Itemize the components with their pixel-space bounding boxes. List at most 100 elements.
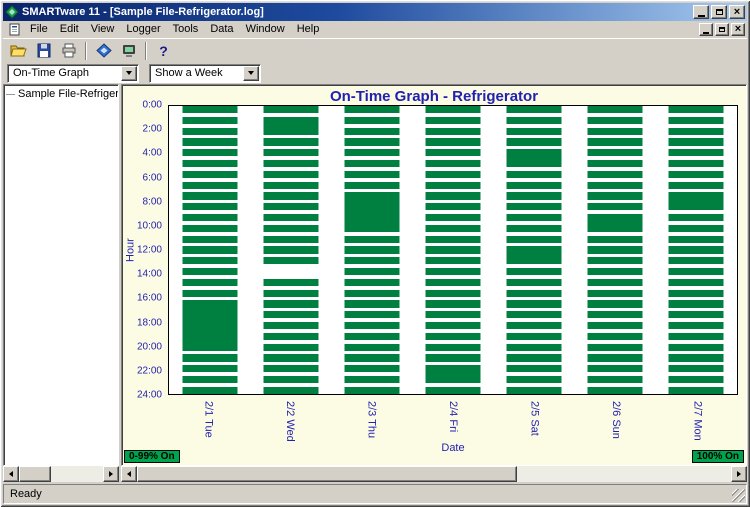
- on-segment: [425, 181, 481, 189]
- scrollbar-track[interactable]: [137, 466, 731, 482]
- y-tick-label: 10:00: [136, 220, 162, 232]
- open-button[interactable]: [7, 40, 30, 61]
- on-segment: [668, 322, 724, 330]
- scrollbar-thumb[interactable]: [137, 466, 518, 482]
- chevron-down-icon[interactable]: [121, 65, 137, 81]
- tree-horizontal-scrollbar[interactable]: [3, 466, 119, 482]
- mdi-close-button[interactable]: ×: [731, 23, 745, 36]
- on-segment: [263, 257, 319, 265]
- arrow-left-icon: [9, 471, 13, 477]
- on-segment: [587, 170, 643, 178]
- tree-item-label: Sample File-Refrigerato: [18, 88, 119, 100]
- on-segment: [344, 365, 400, 373]
- document-icon[interactable]: [8, 23, 21, 36]
- connect-logger-button[interactable]: [92, 40, 115, 61]
- on-segment: [506, 278, 562, 286]
- restore-icon: [715, 9, 723, 15]
- selector-bar: On-Time Graph Show a Week: [3, 62, 747, 84]
- on-segment: [344, 289, 400, 297]
- on-segment: [506, 268, 562, 276]
- x-tick-label: 2/3 Thu: [365, 401, 378, 439]
- chart-horizontal-scrollbar[interactable]: [121, 466, 747, 482]
- on-segment: [344, 343, 400, 351]
- on-segment: [344, 192, 400, 232]
- day-column: [587, 106, 643, 394]
- on-segment: [587, 181, 643, 189]
- on-segment: [182, 289, 238, 297]
- on-segment: [182, 268, 238, 276]
- diamond-logo-icon: [95, 43, 112, 58]
- on-segment: [506, 203, 562, 211]
- on-segment: [668, 257, 724, 265]
- on-segment: [344, 278, 400, 286]
- on-segment: [182, 300, 238, 351]
- on-segment: [587, 246, 643, 254]
- on-segment: [425, 149, 481, 157]
- x-tick-label: 2/7 Mon: [691, 401, 704, 441]
- x-axis-labels: 2/1 Tue 2/2 Wed 2/3 Thu 2/4 Fri 2/5 Sat 2/6 S…: [168, 399, 738, 442]
- on-segment: [506, 322, 562, 330]
- toolbar-separator: [145, 41, 147, 60]
- open-folder-icon: [10, 45, 27, 57]
- mdi-minimize-button[interactable]: [699, 23, 713, 36]
- menu-item-edit[interactable]: Edit: [54, 21, 85, 38]
- on-segment: [425, 332, 481, 340]
- scroll-right-button[interactable]: [731, 466, 747, 482]
- menu-item-tools[interactable]: Tools: [167, 21, 205, 38]
- menu-item-window[interactable]: Window: [240, 21, 291, 38]
- menu-item-view[interactable]: View: [85, 21, 121, 38]
- resize-grip-icon[interactable]: [732, 489, 745, 502]
- on-segment: [587, 311, 643, 319]
- print-button[interactable]: [57, 40, 80, 61]
- on-segment: [263, 235, 319, 243]
- tree-item-sample-file[interactable]: Sample File-Refrigerato: [6, 88, 119, 100]
- on-segment: [425, 322, 481, 330]
- help-button[interactable]: ?: [152, 40, 175, 61]
- menu-item-logger[interactable]: Logger: [120, 21, 166, 38]
- x-tick-label: 2/2 Wed: [284, 401, 297, 442]
- minimize-button[interactable]: [693, 5, 709, 19]
- on-segment: [425, 365, 481, 384]
- on-segment: [182, 257, 238, 265]
- legend-full-on-badge: 100% On: [691, 450, 744, 463]
- save-button[interactable]: [32, 40, 55, 61]
- chevron-down-icon[interactable]: [243, 65, 259, 81]
- on-segment: [182, 376, 238, 384]
- arrow-right-icon: [737, 471, 741, 477]
- on-segment: [182, 106, 238, 114]
- scrollbar-thumb[interactable]: [19, 466, 51, 482]
- scroll-left-button[interactable]: [3, 466, 19, 482]
- scroll-right-button[interactable]: [103, 466, 119, 482]
- scrollbar-track[interactable]: [19, 466, 103, 482]
- scrollbar-row: [3, 466, 747, 482]
- on-segment: [263, 192, 319, 200]
- mdi-restore-button[interactable]: [715, 23, 729, 36]
- on-segment: [506, 214, 562, 222]
- on-segment: [344, 106, 400, 114]
- graph-type-dropdown[interactable]: On-Time Graph: [7, 63, 139, 83]
- scroll-left-button[interactable]: [121, 466, 137, 482]
- menu-item-file[interactable]: File: [24, 21, 54, 38]
- on-segment: [182, 235, 238, 243]
- on-segment: [344, 138, 400, 146]
- menu-item-data[interactable]: Data: [204, 21, 239, 38]
- on-segment: [587, 386, 643, 394]
- on-segment: [668, 192, 724, 211]
- on-segment: [587, 257, 643, 265]
- on-segment: [425, 138, 481, 146]
- plot-area: [168, 105, 738, 395]
- toolbar: ?: [3, 38, 747, 62]
- on-segment: [587, 138, 643, 146]
- menu-item-help[interactable]: Help: [291, 21, 326, 38]
- on-segment: [506, 354, 562, 362]
- range-dropdown[interactable]: Show a Week: [149, 63, 261, 83]
- day-column: [182, 106, 238, 394]
- logger-status-button[interactable]: [117, 40, 140, 61]
- on-segment: [425, 289, 481, 297]
- day-column: [263, 106, 319, 394]
- on-segment: [182, 181, 238, 189]
- close-button[interactable]: ×: [729, 5, 745, 19]
- restore-button[interactable]: [711, 5, 727, 19]
- on-segment: [344, 376, 400, 384]
- y-tick-label: 8:00: [142, 196, 162, 208]
